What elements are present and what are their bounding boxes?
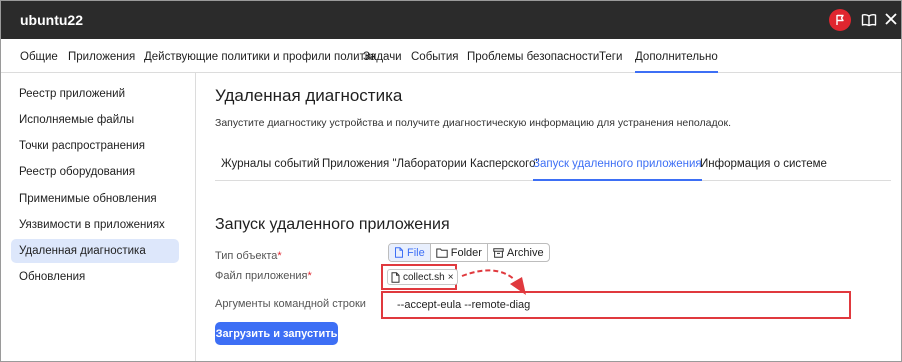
tab-tags[interactable]: Теги — [599, 51, 622, 63]
object-type-archive-option[interactable]: Archive — [488, 244, 549, 261]
subtab-event-logs[interactable]: Журналы событий — [221, 158, 320, 170]
sidebar: Реестр приложений Исполняемые файлы Точк… — [1, 73, 196, 361]
tab-tasks[interactable]: Задачи — [363, 51, 402, 63]
sidebar-item-updates[interactable]: Обновления — [11, 265, 179, 289]
subtab-system-info[interactable]: Информация о системе — [700, 158, 827, 170]
app-file-label: Файл приложения* — [215, 270, 312, 282]
top-nav: Общие Приложения Действующие политики и … — [1, 39, 901, 73]
file-icon — [395, 247, 403, 258]
page-title: Удаленная диагностика — [215, 86, 403, 105]
upload-and-run-button[interactable]: Загрузить и запустить — [215, 322, 338, 345]
subtab-run-remote-app[interactable]: Запуск удаленного приложения — [533, 158, 702, 181]
page-description: Запустите диагностику устройства и получ… — [215, 117, 731, 129]
main-content: Удаленная диагностика Запустите диагност… — [197, 73, 901, 361]
sidebar-item-app-registry[interactable]: Реестр приложений — [11, 82, 179, 106]
archive-icon — [493, 247, 504, 258]
tab-security-issues[interactable]: Проблемы безопасности — [467, 51, 599, 63]
args-highlight: --accept-eula --remote-diag — [381, 291, 851, 319]
object-type-folder-option[interactable]: Folder — [431, 244, 488, 261]
sidebar-item-applicable-updates[interactable]: Применимые обновления — [11, 187, 179, 211]
tab-applications[interactable]: Приложения — [68, 51, 135, 63]
remove-file-icon[interactable]: × — [448, 272, 454, 283]
object-type-file-option[interactable]: File — [389, 244, 431, 261]
sidebar-item-executables[interactable]: Исполняемые файлы — [11, 108, 179, 132]
sidebar-item-hardware-registry[interactable]: Реестр оборудования — [11, 160, 179, 184]
section-title: Запуск удаленного приложения — [215, 216, 450, 233]
tab-policies[interactable]: Действующие политики и профили политик — [144, 51, 376, 63]
sub-tabs: Журналы событий Приложения "Лаборатории … — [215, 149, 891, 181]
subtab-kaspersky-apps[interactable]: Приложения "Лаборатории Касперского" — [322, 158, 540, 170]
file-name: collect.sh — [403, 271, 445, 283]
tab-general[interactable]: Общие — [20, 51, 58, 63]
tab-advanced[interactable]: Дополнительно — [635, 51, 718, 73]
sidebar-item-distribution-points[interactable]: Точки распространения — [11, 134, 179, 158]
close-icon[interactable] — [884, 12, 898, 28]
flag-icon[interactable] — [829, 9, 851, 31]
app-file-highlight: collect.sh × — [381, 264, 458, 290]
tab-events[interactable]: События — [411, 51, 458, 63]
object-type-label: Тип объекта* — [215, 250, 282, 262]
args-label: Аргументы командной строки — [215, 298, 366, 310]
sidebar-item-remote-diagnostics[interactable]: Удаленная диагностика — [11, 239, 179, 263]
app-window: ubuntu22 Общие Приложения Действующие по… — [0, 0, 902, 362]
object-type-selector: File Folder Archive — [388, 243, 550, 262]
file-icon — [391, 271, 400, 283]
file-chip[interactable]: collect.sh × — [387, 269, 458, 285]
folder-icon — [436, 248, 448, 258]
book-icon[interactable] — [861, 12, 877, 28]
sidebar-item-app-vulnerabilities[interactable]: Уязвимости в приложениях — [11, 213, 179, 237]
title-bar: ubuntu22 — [1, 1, 901, 39]
window-title: ubuntu22 — [20, 12, 83, 28]
args-input[interactable]: --accept-eula --remote-diag — [389, 296, 843, 314]
